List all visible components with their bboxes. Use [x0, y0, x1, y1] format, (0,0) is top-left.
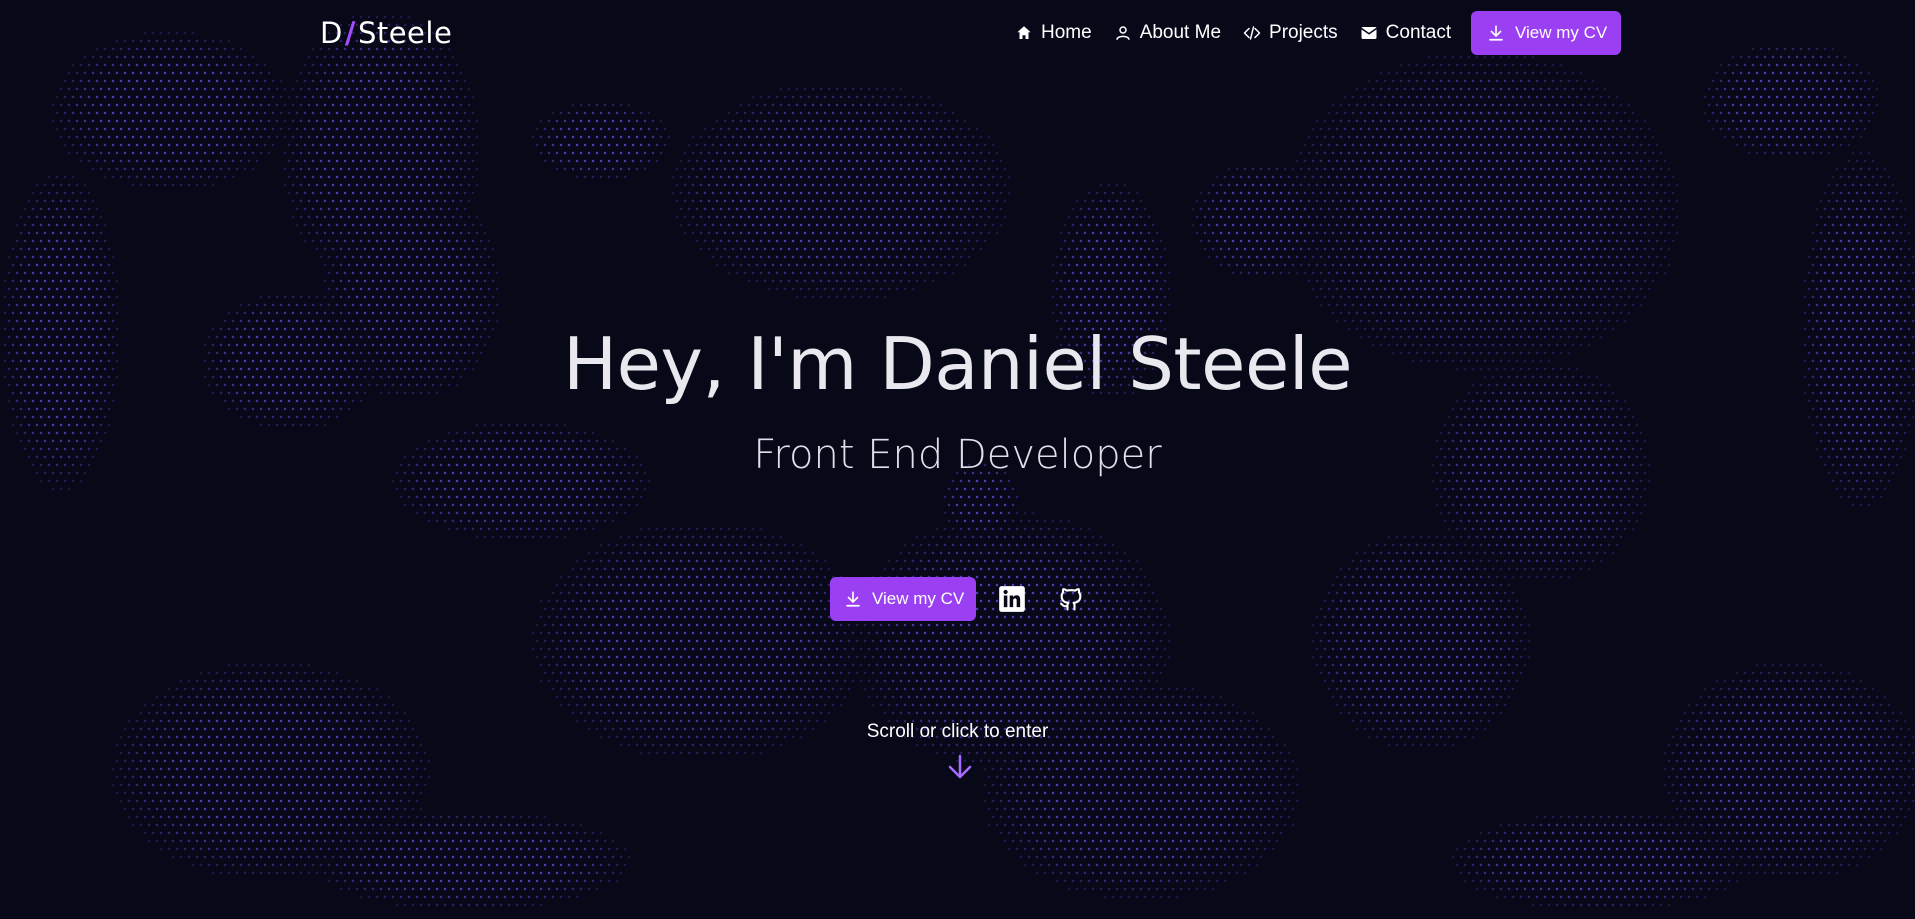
logo[interactable]: D/Steele — [320, 16, 452, 50]
navbar: D/Steele Home About Me Projects Contact … — [0, 0, 1915, 68]
download-icon — [846, 591, 860, 607]
mail-icon — [1360, 27, 1377, 39]
download-icon — [1489, 25, 1503, 41]
hero-subtitle: Front End Developer — [753, 432, 1162, 478]
nav-contact-label: Contact — [1385, 22, 1452, 43]
nav-projects[interactable]: Projects — [1243, 22, 1338, 44]
nav-menu: Home About Me Projects Contact — [1015, 22, 1451, 44]
hero-view-cv-button[interactable]: View my CV — [830, 577, 977, 621]
nav-view-cv-button[interactable]: View my CV — [1471, 11, 1622, 55]
hero-view-cv-label: View my CV — [872, 589, 965, 608]
user-icon — [1115, 26, 1130, 40]
linkedin-icon — [999, 586, 1026, 612]
linkedin-link[interactable] — [996, 583, 1028, 615]
github-icon — [1060, 588, 1082, 611]
nav-home-label: Home — [1041, 22, 1092, 43]
logo-name: Steele — [357, 16, 453, 50]
nav-home[interactable]: Home — [1015, 22, 1092, 44]
code-icon — [1243, 26, 1261, 40]
nav-about[interactable]: About Me — [1114, 22, 1221, 44]
home-icon — [1017, 26, 1031, 39]
hero-actions: View my CV — [830, 577, 1087, 621]
logo-slash: / — [344, 16, 356, 50]
github-link[interactable] — [1055, 583, 1087, 615]
nav-about-label: About Me — [1139, 22, 1222, 43]
arrow-down-icon[interactable] — [946, 754, 974, 780]
hero-headline: Hey, I'm Daniel Steele — [562, 322, 1353, 406]
nav-contact[interactable]: Contact — [1360, 22, 1451, 44]
scroll-hint[interactable]: Scroll or click to enter — [0, 721, 1915, 743]
logo-initial: D — [320, 16, 343, 50]
nav-projects-label: Projects — [1269, 22, 1338, 43]
nav-view-cv-label: View my CV — [1515, 23, 1608, 42]
